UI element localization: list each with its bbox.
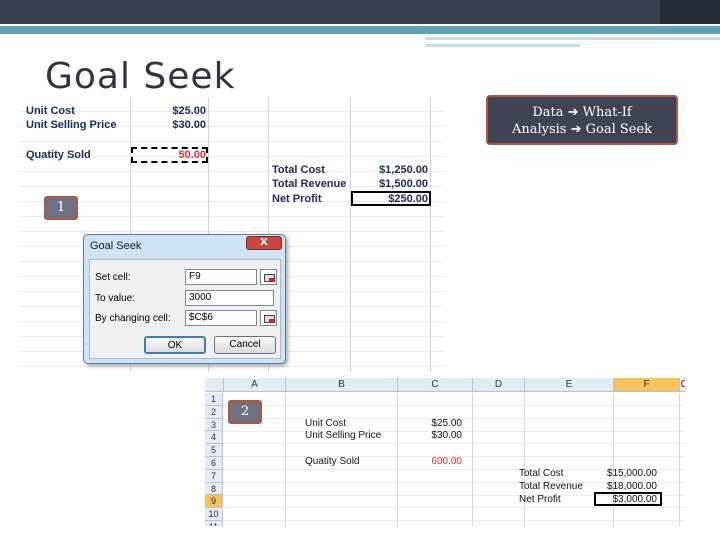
changing-cell-label: By changing cell: — [95, 313, 171, 324]
row-header-6[interactable]: 6 — [205, 457, 223, 470]
net-profit-value[interactable]: $3,000.00 — [601, 494, 658, 505]
net-profit-label: Net Profit — [519, 494, 561, 505]
quantity-value[interactable]: 50.00 — [140, 149, 206, 161]
corner-cell[interactable] — [205, 378, 224, 392]
to-value-label: To value: — [95, 293, 136, 304]
step-badge-1: 1 — [44, 196, 78, 220]
top-decorative-bar-dark — [660, 0, 720, 24]
total-cost-value[interactable]: $1,250.00 — [354, 164, 428, 176]
row-header-5[interactable]: 5 — [205, 444, 223, 457]
row-header-11[interactable]: 11 — [205, 521, 223, 526]
set-cell-range-picker-icon[interactable] — [260, 269, 277, 285]
column-header-c[interactable]: C — [398, 378, 473, 392]
row-header-1[interactable]: 1 — [205, 393, 223, 406]
close-icon[interactable]: X — [246, 236, 282, 250]
unit-cost-value[interactable]: $25.00 — [140, 105, 206, 117]
column-header-e[interactable]: E — [525, 378, 614, 392]
row-header-3[interactable]: 3 — [205, 418, 223, 432]
column-header-g[interactable]: G — [680, 378, 685, 392]
column-header-b[interactable]: B — [286, 378, 398, 392]
menu-path-callout: Data ➔ What-If Analysis ➔ Goal Seek — [486, 95, 678, 145]
column-header-f[interactable]: F — [614, 378, 680, 392]
total-cost-label: Total Cost — [519, 468, 564, 479]
quantity-label: Quatity Sold — [26, 149, 91, 161]
total-cost-label: Total Cost — [272, 164, 325, 176]
row-header-9[interactable]: 9 — [205, 495, 223, 509]
total-revenue-label: Total Revenue — [272, 178, 347, 190]
row-header-10[interactable]: 10 — [205, 508, 223, 521]
to-value-input[interactable]: 3000 — [185, 290, 274, 306]
callout-line-2: Analysis ➔ Goal Seek — [511, 122, 653, 137]
net-profit-label: Net Profit — [272, 193, 322, 205]
changing-cell-input[interactable]: $C$6 — [185, 310, 257, 326]
row-header-2[interactable]: 2 — [205, 405, 223, 419]
accent-line-short — [425, 44, 580, 47]
step-badge-2: 2 — [228, 400, 262, 424]
accent-line — [0, 26, 720, 34]
set-cell-label: Set cell: — [95, 272, 131, 283]
total-revenue-label: Total Revenue — [519, 481, 583, 492]
column-header-d[interactable]: D — [473, 378, 525, 392]
unit-cost-value[interactable]: $25.00 — [405, 418, 462, 429]
row-header-4[interactable]: 4 — [205, 431, 223, 445]
callout-line-1: Data ➔ What-If — [532, 105, 632, 120]
slide-title: Goal Seek — [45, 56, 236, 97]
unit-price-value[interactable]: $30.00 — [140, 119, 206, 131]
total-revenue-value[interactable]: $18,000.00 — [601, 481, 657, 492]
dialog-body: Set cell: F9 To value: 3000 By changing … — [89, 259, 281, 359]
set-cell-input[interactable]: F9 — [185, 269, 257, 285]
spreadsheet-after: A B C D E F G 1 2 3 4 5 6 7 8 9 10 11 Un… — [205, 378, 685, 526]
top-decorative-bar — [0, 0, 720, 24]
dialog-title: Goal Seek — [90, 240, 142, 252]
quantity-value[interactable]: 600.00 — [405, 456, 462, 467]
goal-seek-dialog: Goal Seek X Set cell: F9 To value: 3000 … — [83, 234, 286, 364]
row-header-8[interactable]: 8 — [205, 482, 223, 496]
net-profit-value[interactable]: $250.00 — [354, 193, 428, 205]
total-revenue-value[interactable]: $1,500.00 — [354, 178, 428, 190]
unit-cost-label: Unit Cost — [26, 105, 75, 117]
unit-price-value[interactable]: $30.00 — [405, 430, 462, 441]
accent-line-thin — [425, 37, 720, 40]
column-header-a[interactable]: A — [224, 378, 286, 392]
cancel-button[interactable]: Cancel — [214, 336, 276, 354]
quantity-label: Quatity Sold — [305, 456, 360, 467]
unit-price-label: Unit Selling Price — [305, 430, 382, 441]
unit-cost-label: Unit Cost — [305, 418, 347, 429]
changing-cell-range-picker-icon[interactable] — [260, 310, 277, 326]
ok-button[interactable]: OK — [144, 336, 206, 354]
total-cost-value[interactable]: $15,000.00 — [601, 468, 657, 479]
unit-price-label: Unit Selling Price — [26, 119, 117, 131]
row-header-7[interactable]: 7 — [205, 469, 223, 483]
